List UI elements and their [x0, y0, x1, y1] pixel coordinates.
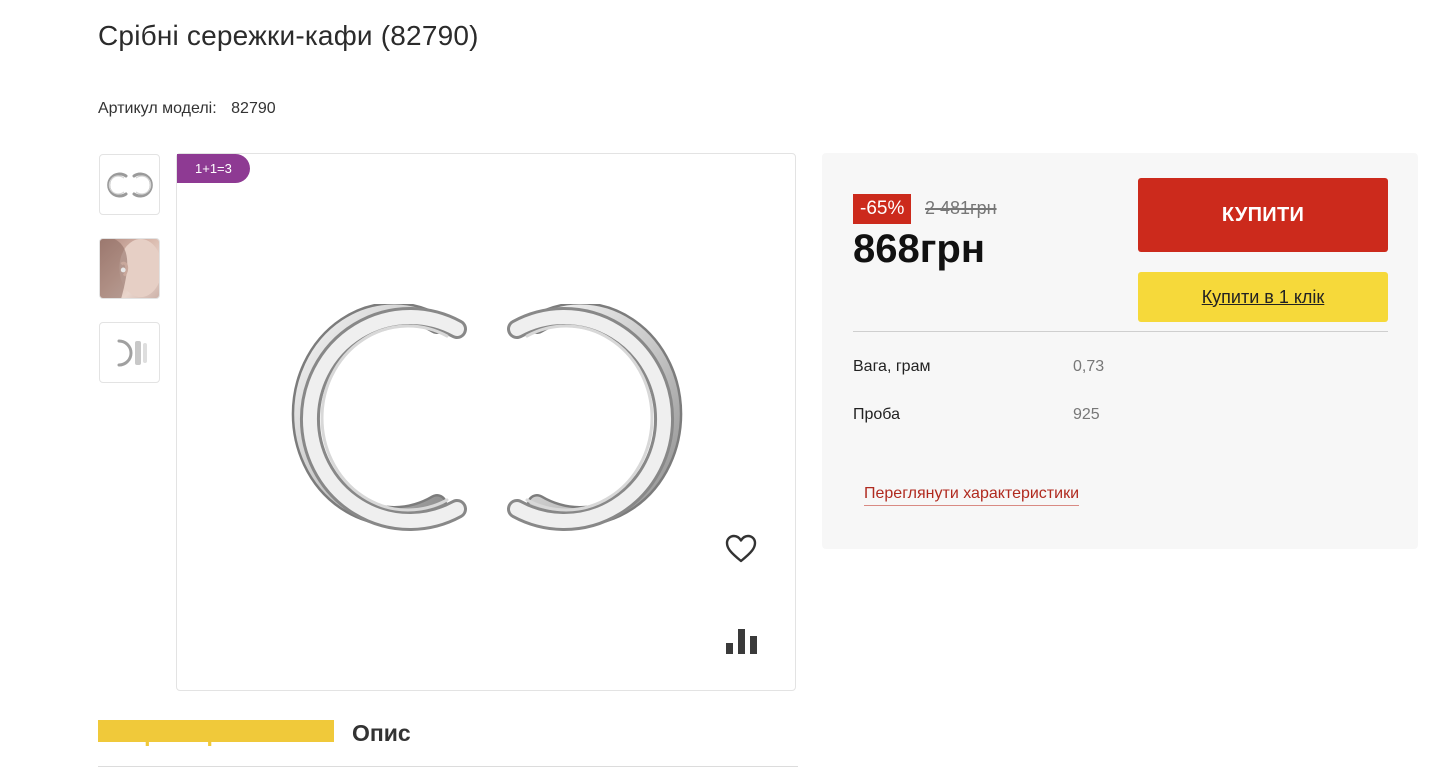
view-characteristics-link[interactable]: Переглянути характеристики	[864, 485, 1080, 506]
heart-icon	[725, 534, 757, 563]
compare-button[interactable]	[725, 628, 759, 659]
spec-value: 925	[1073, 406, 1100, 423]
spec-row-weight: Вага, грам 0,73	[853, 358, 1104, 376]
promo-badge: 1+1=3	[177, 154, 250, 183]
thumbnail-earrings-side[interactable]	[99, 322, 160, 383]
thumbnail-list	[99, 154, 160, 406]
sku-label: Артикул моделі:	[98, 100, 217, 117]
spec-label: Вага, грам	[853, 358, 931, 375]
sku-value: 82790	[231, 100, 276, 117]
spec-row-purity: Проба 925	[853, 406, 1100, 424]
sku-line: Артикул моделі: 82790	[98, 100, 276, 118]
buy-one-click-button[interactable]: Купити в 1 клік	[1138, 272, 1388, 322]
favorite-button[interactable]	[725, 534, 757, 569]
thumbnail-earrings-front[interactable]	[99, 154, 160, 215]
buy-panel: -65% 2 481грн 868грн КУПИТИ Купити в 1 к…	[822, 153, 1418, 549]
main-product-image: 1+1=3	[176, 153, 796, 691]
spec-value: 0,73	[1073, 358, 1105, 375]
current-price: 868грн	[853, 227, 985, 271]
spec-label: Проба	[853, 406, 900, 423]
tab-active-indicator	[98, 720, 334, 742]
product-earrings-image	[291, 304, 683, 531]
buy-button[interactable]: КУПИТИ	[1138, 178, 1388, 252]
divider	[853, 331, 1388, 332]
tab-description[interactable]: Опис	[352, 720, 411, 767]
thumbnail-model-photo[interactable]	[99, 238, 160, 299]
old-price: 2 481грн	[925, 198, 997, 218]
compare-chart-icon	[726, 629, 757, 654]
page-title: Срібні сережки-кафи (82790)	[98, 20, 479, 51]
product-tabs: Характеристики Опис	[98, 712, 798, 767]
discount-badge: -65%	[853, 194, 912, 224]
